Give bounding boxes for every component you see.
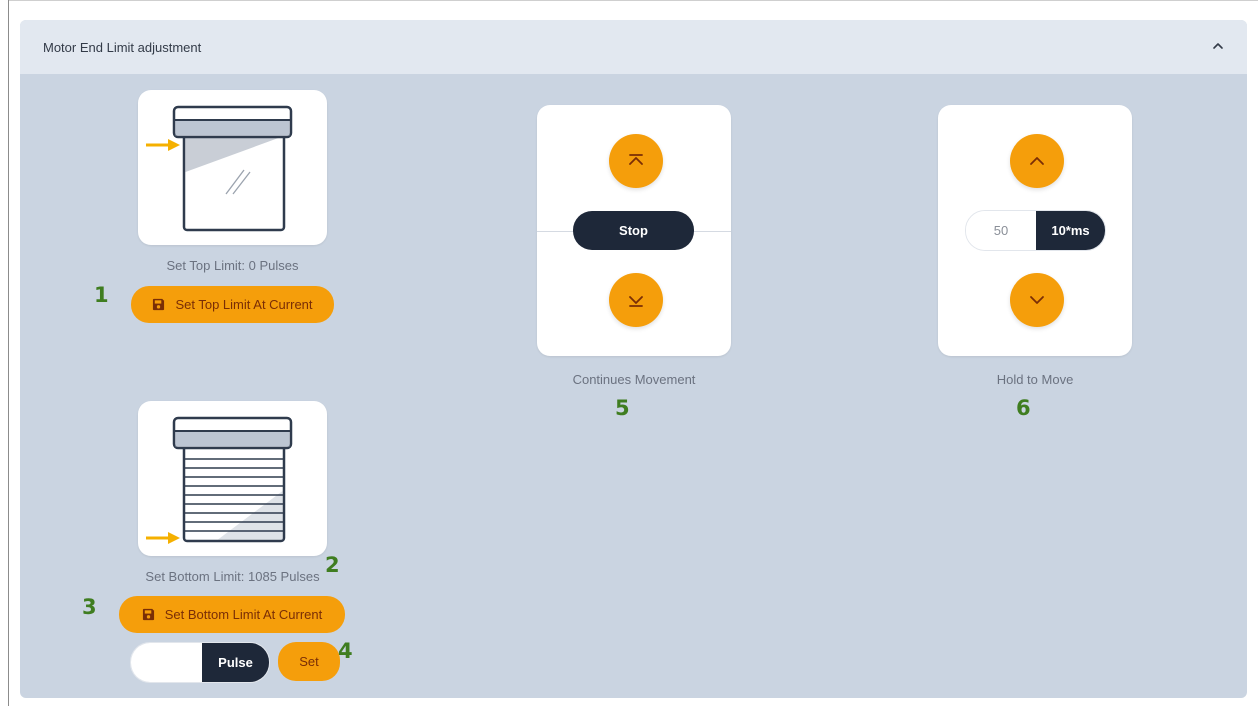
annotation-3: 3 — [82, 595, 97, 619]
window-open-illustration-icon — [146, 105, 293, 232]
chevron-up-icon — [1030, 157, 1044, 165]
hold-duration-unit: 10*ms — [1036, 211, 1105, 250]
window-edge-top — [8, 0, 1258, 1]
set-bottom-limit-label: Set Bottom Limit At Current — [164, 607, 323, 622]
top-limit-caption: Set Top Limit: 0 Pulses — [166, 258, 299, 273]
hold-duration-input[interactable] — [966, 211, 1036, 250]
hold-duration-group: 10*ms — [965, 210, 1106, 251]
move-to-bottom-button[interactable] — [609, 273, 663, 327]
floppy-disk-icon — [153, 298, 165, 311]
panel-header[interactable]: Motor End Limit adjustment — [20, 20, 1247, 74]
double-chevron-down-icon — [629, 296, 643, 307]
panel-title: Motor End Limit adjustment — [43, 39, 202, 55]
annotation-6: 6 — [1016, 396, 1031, 420]
bottom-limit-caption: Set Bottom Limit: 1085 Pulses — [145, 569, 320, 584]
double-chevron-up-icon — [629, 154, 643, 165]
window-closed-illustration-icon — [146, 416, 293, 544]
pulse-unit-label: Pulse — [202, 643, 269, 682]
hold-to-move-card: 10*ms — [938, 105, 1132, 356]
window-edge-left — [8, 0, 9, 706]
move-to-top-button[interactable] — [609, 134, 663, 188]
chevron-down-icon — [1030, 296, 1044, 304]
continuous-movement-caption: Continues Movement — [572, 372, 696, 387]
set-top-limit-button[interactable]: Set Top Limit At Current — [131, 286, 334, 323]
annotation-4: 4 — [338, 639, 353, 663]
bottom-limit-card — [138, 401, 327, 556]
stop-button[interactable]: Stop — [573, 211, 694, 250]
continuous-movement-card: Stop — [537, 105, 731, 356]
motor-limit-panel: Motor End Limit adjustment Set Top Limit… — [20, 20, 1247, 698]
set-top-limit-label: Set Top Limit At Current — [175, 297, 313, 312]
set-pulse-label: Set — [299, 654, 319, 669]
hold-to-move-caption: Hold to Move — [996, 372, 1074, 387]
annotation-2: 2 — [325, 553, 340, 577]
floppy-disk-icon — [142, 608, 154, 621]
set-bottom-limit-button[interactable]: Set Bottom Limit At Current — [119, 596, 345, 633]
pulse-input[interactable] — [131, 643, 202, 682]
collapse-chevron-up-icon[interactable] — [1211, 39, 1225, 53]
top-limit-card — [138, 90, 327, 245]
annotation-1: 1 — [94, 283, 109, 307]
set-pulse-button[interactable]: Set — [278, 642, 340, 681]
annotation-5: 5 — [615, 396, 630, 420]
hold-down-button[interactable] — [1010, 273, 1064, 327]
hold-up-button[interactable] — [1010, 134, 1064, 188]
pulse-input-group: Pulse — [130, 642, 270, 683]
